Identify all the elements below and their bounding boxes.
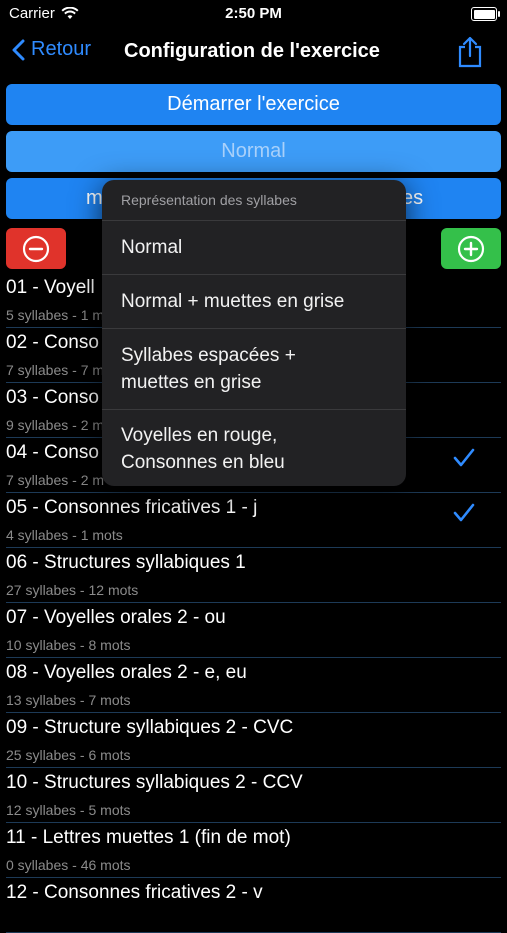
back-button[interactable]: Retour (12, 38, 91, 61)
list-item-title: 05 - Consonnes fricatives 1 - j (6, 497, 258, 518)
back-label: Retour (31, 38, 92, 60)
list-item[interactable]: 10 - Structures syllabiques 2 - CCV 12 s… (6, 768, 501, 823)
start-exercise-button[interactable]: Démarrer l'exercice (6, 84, 501, 125)
list-item-subtitle: 0 syllabes - 46 mots (6, 857, 131, 873)
list-item[interactable]: 07 - Voyelles orales 2 - ou 10 syllabes … (6, 603, 501, 658)
list-item[interactable]: 09 - Structure syllabiques 2 - CVC 25 sy… (6, 713, 501, 768)
chevron-left-icon (12, 39, 25, 60)
remove-button[interactable] (6, 228, 66, 269)
menu-header: Représentation des syllabes (102, 180, 406, 221)
menu-item-label: Normal (121, 237, 183, 258)
list-item[interactable]: 11 - Lettres muettes 1 (fin de mot) 0 sy… (6, 823, 501, 878)
list-item-subtitle: 12 syllabes - 5 mots (6, 802, 131, 818)
syllable-representation-menu: Représentation des syllabes Normal Norma… (102, 180, 406, 486)
page-title: Configuration de l'exercice (124, 40, 380, 62)
list-item-title: 06 - Structures syllabiques 1 (6, 552, 246, 573)
plus-circle-icon (457, 235, 485, 262)
share-button[interactable] (457, 36, 483, 73)
minus-circle-icon (22, 235, 50, 262)
list-item-title: 08 - Voyelles orales 2 - e, eu (6, 662, 247, 683)
list-item-title: 12 - Consonnes fricatives 2 - v (6, 882, 263, 903)
list-item-subtitle: 7 syllabes - 2 m (6, 472, 105, 488)
list-item-subtitle: 10 syllabes - 8 mots (6, 637, 131, 653)
menu-item-voyelles-consonnes[interactable]: Voyelles en rouge, Consonnes en bleu (102, 410, 406, 486)
list-item[interactable]: 06 - Structures syllabiques 1 27 syllabe… (6, 548, 501, 603)
list-item-title: 03 - Conso (6, 387, 99, 408)
list-item-subtitle: 9 syllabes - 2 m (6, 417, 105, 433)
options-button-label-left: m (86, 187, 103, 209)
list-item[interactable]: 08 - Voyelles orales 2 - e, eu 13 syllab… (6, 658, 501, 713)
list-item-subtitle: 25 syllabes - 6 mots (6, 747, 131, 763)
menu-item-label: Normal + muettes en grise (121, 291, 345, 312)
checkmark-icon (453, 448, 475, 467)
status-bar: Carrier 2:50 PM (0, 0, 507, 28)
list-item-title: 10 - Structures syllabiques 2 - CCV (6, 772, 303, 793)
menu-item-label-line2: Consonnes en bleu (121, 452, 285, 473)
list-item-subtitle: 7 syllabes - 7 m (6, 362, 105, 378)
list-item[interactable]: 05 - Consonnes fricatives 1 - j 4 syllab… (6, 493, 501, 548)
menu-item-label-line2: muettes en grise (121, 372, 262, 393)
list-item[interactable]: 12 - Consonnes fricatives 2 - v (6, 878, 501, 933)
list-item-title: 07 - Voyelles orales 2 - ou (6, 607, 226, 628)
checkmark-icon (453, 503, 475, 522)
share-icon (458, 36, 482, 68)
list-item-title: 02 - Conso (6, 332, 99, 353)
list-item-subtitle: 13 syllabes - 7 mots (6, 692, 131, 708)
menu-item-label-line1: Syllabes espacées + (121, 345, 296, 366)
menu-item-normal-muettes[interactable]: Normal + muettes en grise (102, 275, 406, 329)
list-item-subtitle: 5 syllabes - 1 m (6, 307, 105, 323)
list-item-title: 11 - Lettres muettes 1 (fin de mot) (6, 827, 291, 848)
add-button[interactable] (441, 228, 501, 269)
navigation-bar: Retour Configuration de l'exercice (0, 28, 507, 76)
menu-item-normal[interactable]: Normal (102, 221, 406, 275)
list-item-subtitle: 4 syllabes - 1 mots (6, 527, 123, 543)
status-time: 2:50 PM (225, 5, 282, 22)
menu-item-syllabes-espacees[interactable]: Syllabes espacées + muettes en grise (102, 329, 406, 410)
battery-icon (471, 7, 500, 21)
list-item-title: 04 - Conso (6, 442, 99, 463)
syllable-mode-button[interactable]: Normal (6, 131, 501, 172)
list-item-title: 01 - Voyell (6, 277, 95, 298)
list-item-title: 09 - Structure syllabiques 2 - CVC (6, 717, 294, 738)
list-item-subtitle: 27 syllabes - 12 mots (6, 582, 139, 598)
menu-item-label-line1: Voyelles en rouge, (121, 425, 278, 446)
